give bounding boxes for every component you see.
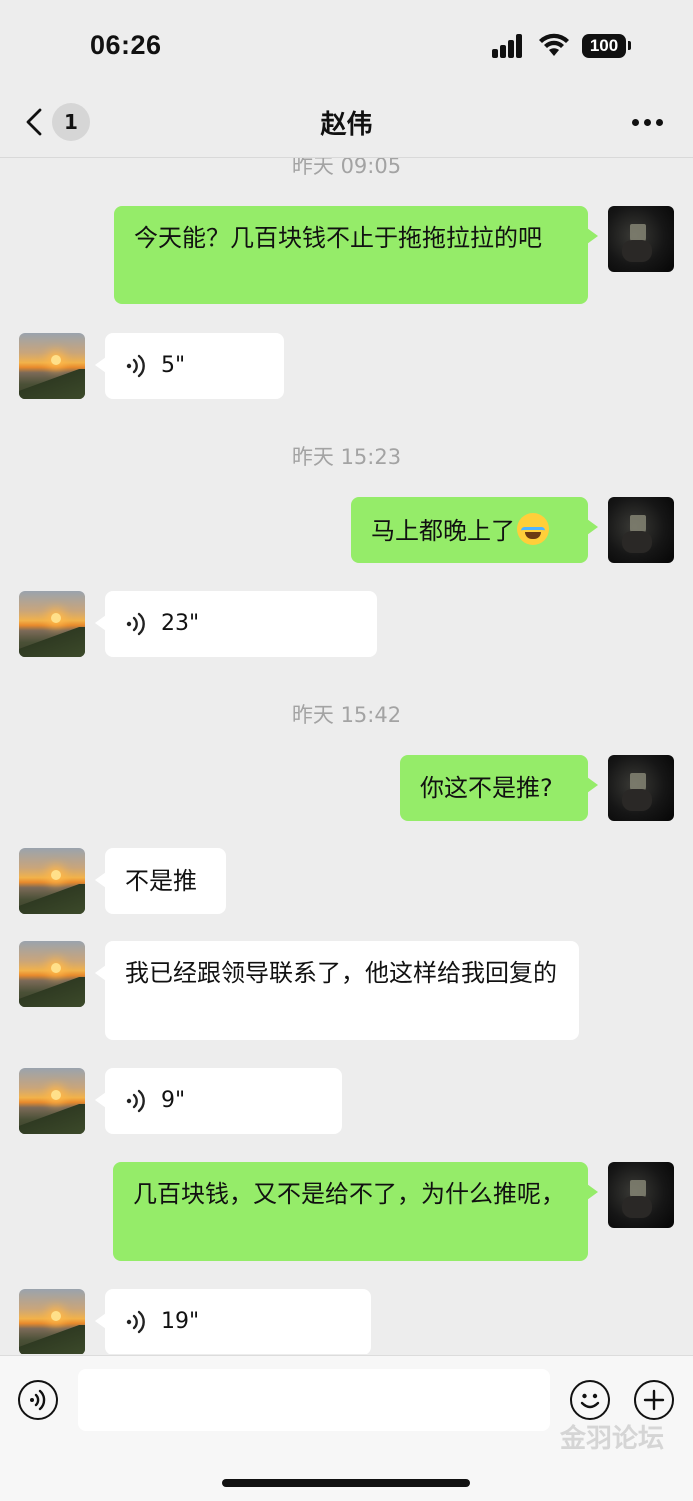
status-time: 06:26: [90, 30, 162, 60]
contact-avatar[interactable]: [19, 1068, 85, 1134]
battery-nub: [628, 41, 631, 50]
timestamp: 昨天 15:42: [291, 703, 402, 727]
message-text: 我已经跟领导联系了，他这样给我回复的: [125, 959, 557, 987]
message-text: 不是推: [125, 867, 197, 895]
my-avatar[interactable]: [608, 206, 674, 272]
chat-title: 赵伟: [320, 110, 373, 140]
cellular-signal-icon: [492, 34, 528, 58]
message-text: 马上都晚上了: [371, 517, 515, 545]
more-options-icon[interactable]: [632, 119, 664, 127]
emoji-icon[interactable]: [570, 1380, 610, 1420]
message-text: 今天能？几百块钱不止于拖拖拉拉的吧: [134, 224, 542, 252]
plus-icon[interactable]: [634, 1380, 674, 1420]
forum-watermark: 金羽论坛: [560, 1423, 665, 1453]
contact-avatar[interactable]: [19, 1289, 85, 1354]
voice-message-received[interactable]: 23": [95, 591, 377, 657]
voice-message-received[interactable]: 19": [95, 1289, 371, 1354]
voice-wave-icon: [126, 1089, 145, 1113]
timestamp: 昨天 09:05: [291, 158, 402, 178]
voice-duration: 5": [161, 353, 186, 378]
voice-wave-icon: [126, 354, 145, 378]
message-list[interactable]: 昨天 09:05 今天能？几百块钱不止于拖拖拉拉的吧 5" 昨天 15:23 马…: [0, 158, 693, 1354]
contact-avatar[interactable]: [19, 848, 85, 914]
message-bubble-sent[interactable]: 今天能？几百块钱不止于拖拖拉拉的吧: [114, 206, 598, 304]
my-avatar[interactable]: [608, 497, 674, 563]
contact-avatar[interactable]: [19, 591, 85, 657]
my-avatar[interactable]: [608, 1162, 674, 1228]
message-bubble-sent[interactable]: 马上都晚上了: [351, 497, 598, 563]
home-indicator[interactable]: [222, 1479, 470, 1487]
voice-wave-icon: [126, 612, 145, 636]
message-input[interactable]: [78, 1369, 550, 1431]
voice-message-received[interactable]: 9": [95, 1068, 342, 1134]
wifi-icon: [539, 33, 569, 56]
message-bubble-received[interactable]: 不是推: [95, 848, 226, 914]
my-avatar[interactable]: [608, 755, 674, 821]
voice-wave-icon: [126, 1310, 145, 1334]
voice-mode-icon[interactable]: [18, 1380, 58, 1420]
message-text: 你这不是推?: [420, 774, 553, 802]
message-bubble-sent[interactable]: 几百块钱，又不是给不了，为什么推呢，: [113, 1162, 598, 1261]
voice-duration: 23": [161, 611, 200, 636]
message-bubble-sent[interactable]: 你这不是推?: [400, 755, 598, 821]
contact-avatar[interactable]: [19, 941, 85, 1007]
laughing-tears-emoji-icon: [517, 513, 549, 545]
chat-header: 1 赵伟: [0, 95, 693, 158]
voice-message-received[interactable]: 5": [95, 333, 284, 399]
message-bubble-received[interactable]: 我已经跟领导联系了，他这样给我回复的: [95, 941, 579, 1040]
contact-avatar[interactable]: [19, 333, 85, 399]
message-text: 几百块钱，又不是给不了，为什么推呢，: [133, 1180, 565, 1208]
timestamp: 昨天 15:23: [291, 445, 402, 469]
battery-indicator: 100: [582, 34, 626, 58]
voice-duration: 9": [161, 1088, 186, 1113]
status-bar: 06:26 100: [0, 0, 693, 95]
voice-duration: 19": [161, 1309, 200, 1334]
